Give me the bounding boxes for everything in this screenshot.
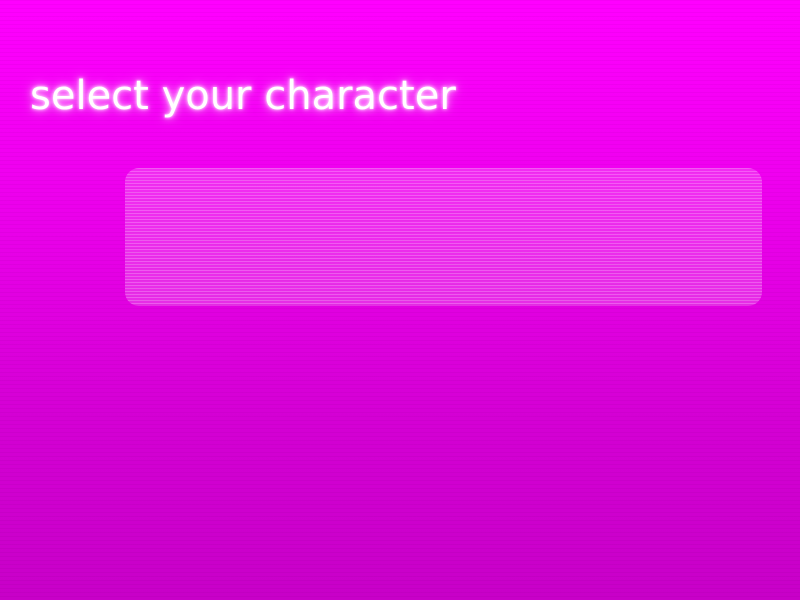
character-selector-panel[interactable] [125, 168, 762, 306]
screen-title: select your character [30, 73, 456, 119]
